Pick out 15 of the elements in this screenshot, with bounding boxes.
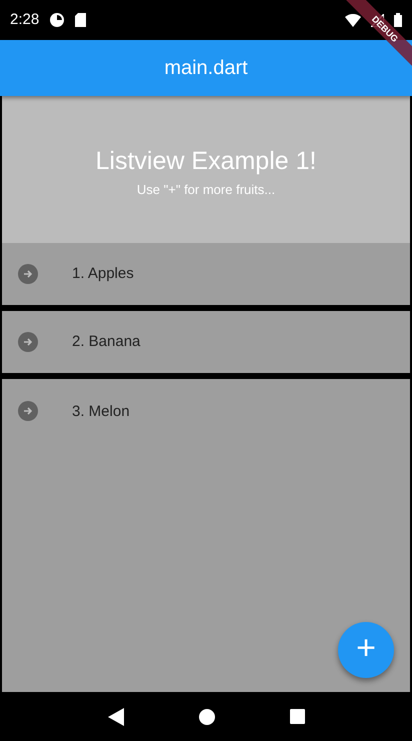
recents-icon[interactable] xyxy=(290,709,304,724)
sd-card-icon xyxy=(75,13,86,27)
header-title: Listview Example 1! xyxy=(96,146,316,176)
list-item[interactable]: 2. Banana xyxy=(2,311,410,373)
app-title: main.dart xyxy=(164,56,248,81)
header-subtitle: Use "+" for more fruits... xyxy=(136,180,276,199)
arrow-circle-icon xyxy=(18,401,38,421)
back-icon[interactable] xyxy=(108,708,124,726)
wifi-icon xyxy=(345,14,361,26)
home-icon[interactable] xyxy=(198,708,214,724)
list-item[interactable]: 1. Apples xyxy=(2,243,410,305)
clock-time: 2:28 xyxy=(10,10,40,30)
arrow-circle-icon xyxy=(18,332,38,352)
arrow-circle-icon xyxy=(18,264,38,284)
circle-icon xyxy=(49,12,66,28)
